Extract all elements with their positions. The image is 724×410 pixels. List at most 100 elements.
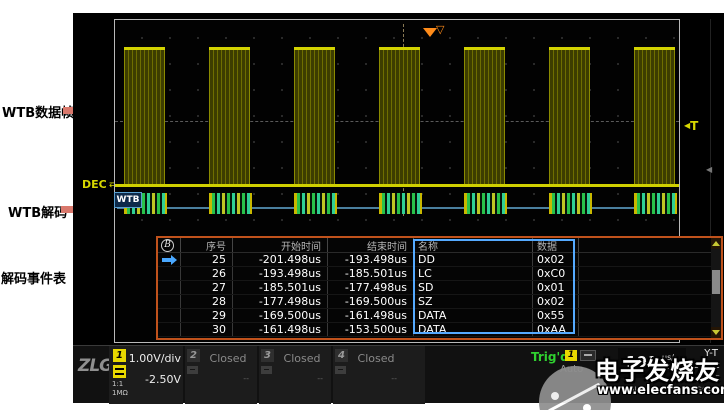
table-scrollbar[interactable] (711, 238, 721, 338)
table-row[interactable]: 27-185.501us-177.498usSD0x01 (158, 281, 721, 295)
cell-data: 0x02 (533, 253, 579, 266)
channel4-coupling-icon (335, 366, 346, 374)
scroll-down-button[interactable] (711, 327, 721, 338)
cell-start-time: -177.498us (233, 295, 328, 308)
cell-name: SD (414, 281, 533, 294)
annotation-decode-table: 解码事件表 (1, 268, 66, 287)
trigger-delay-marker-icon[interactable] (423, 28, 437, 37)
waveform-burst (209, 47, 250, 187)
triangle-up-icon (712, 241, 720, 246)
cell-index: 26 (181, 267, 233, 280)
cell-data: 0x01 (533, 281, 579, 294)
trigger-source-badge[interactable]: 1 (565, 350, 577, 361)
header-data: 数据 (533, 238, 579, 252)
cell-name: DATA (414, 309, 533, 322)
cell-name: DATA (414, 323, 533, 336)
table-row[interactable]: 25-201.498us-193.498usDD0x02 (158, 253, 721, 267)
cell-end-time: -193.498us (328, 253, 414, 266)
trigger-level-marker[interactable]: ◀T (684, 119, 698, 133)
waveform-burst (549, 47, 590, 187)
cell-fill (579, 253, 721, 266)
annotation-wtb-decode: WTB解码 (8, 202, 67, 221)
cell-name: DD (414, 253, 533, 266)
cell-icon (158, 323, 181, 336)
channel2-coupling-icon (187, 366, 198, 374)
cell-icon (158, 295, 181, 308)
cell-fill (579, 281, 721, 294)
channel2-coupling: -- (243, 374, 249, 383)
decode-event-table: B 序号 开始时间 结束时间 名称 数据 25-201.498us-193.49… (156, 236, 723, 340)
event-table-body: 25-201.498us-193.498usDD0x0226-193.498us… (158, 253, 721, 337)
cell-icon (158, 267, 181, 280)
waveform-burst (379, 47, 420, 187)
table-row[interactable]: 28-177.498us-169.500usSZ0x02 (158, 295, 721, 309)
cell-end-time: -169.500us (328, 295, 414, 308)
cell-icon (158, 309, 181, 322)
cell-start-time: -201.498us (233, 253, 328, 266)
scrollbar-thumb[interactable] (712, 270, 720, 294)
cell-end-time: -153.500us (328, 323, 414, 336)
channel2-block[interactable]: 2 Closed -- (185, 346, 257, 404)
table-row[interactable]: 30-161.498us-153.500usDATA0xAA (158, 323, 721, 337)
cell-data: 0xC0 (533, 267, 579, 280)
cell-start-time: -193.498us (233, 267, 328, 280)
cell-data: 0x55 (533, 309, 579, 322)
table-row[interactable]: 29-169.500us-161.498usDATA0x55 (158, 309, 721, 323)
selected-row-arrow-icon (162, 258, 171, 262)
channel3-block[interactable]: 3 Closed -- (259, 346, 331, 404)
decode-packet (209, 193, 252, 214)
cell-icon (158, 253, 181, 266)
event-table-header: B 序号 开始时间 结束时间 名称 数据 (158, 238, 721, 253)
cell-start-time: -185.501us (233, 281, 328, 294)
watermark-url: www.elecfans.com (597, 383, 724, 398)
dec-channel-label: DEC (82, 178, 107, 191)
trigger-level-label: T (690, 119, 698, 133)
decode-packet (294, 193, 337, 214)
header-start-time: 开始时间 (233, 238, 328, 252)
cell-start-time: -161.498us (233, 323, 328, 336)
decode-bus-badge[interactable]: WTB (114, 192, 142, 208)
cell-index: 30 (181, 323, 233, 336)
watermark-title: 电子发烧友 (595, 351, 724, 386)
channel3-coupling: -- (317, 374, 323, 383)
trigger-position-marker-icon[interactable]: ▽ (436, 23, 444, 36)
cell-index: 27 (181, 281, 233, 294)
oscilloscope-screen: DEC ⇄ ◀T ◀ (73, 13, 724, 403)
channel1-block[interactable]: 1 1:1 1MΩ 1.00V/div -2.50V (109, 346, 183, 404)
cell-name: SZ (414, 295, 533, 308)
channel2-status: Closed (199, 352, 257, 365)
channel1-baseline-trace (115, 184, 679, 187)
header-index: 序号 (181, 238, 233, 252)
header-name: 名称 (414, 238, 533, 252)
cell-start-time: -169.500us (233, 309, 328, 322)
bus-b-icon: B (161, 239, 174, 252)
decode-packet (464, 193, 507, 214)
cell-index: 29 (181, 309, 233, 322)
channel1-probe: 1:1 (112, 380, 123, 388)
cell-name: LC (414, 267, 533, 280)
triangle-down-icon (712, 330, 720, 335)
waveform-burst (124, 47, 165, 187)
channel1-offset: -2.50V (125, 373, 181, 386)
table-row[interactable]: 26-193.498us-185.501usLC0xC0 (158, 267, 721, 281)
header-fill (579, 238, 721, 252)
cell-fill (579, 267, 721, 280)
cell-end-time: -177.498us (328, 281, 414, 294)
cell-end-time: -161.498us (328, 309, 414, 322)
channel3-status: Closed (273, 352, 331, 365)
waveform-burst (294, 47, 335, 187)
channel3-coupling-icon (261, 366, 272, 374)
trigger-status: Trig'd (531, 350, 569, 364)
cell-index: 25 (181, 253, 233, 266)
channel4-block[interactable]: 4 Closed -- (333, 346, 425, 404)
channel4-coupling: -- (391, 374, 397, 383)
cell-index: 28 (181, 295, 233, 308)
menu-collapse-icon[interactable]: ◀ (706, 165, 712, 174)
scroll-up-button[interactable] (711, 238, 721, 249)
scope-display: WTB ▽ B 序号 开始时间 结束时间 名称 数据 25-201.498us-… (114, 19, 680, 343)
cell-data: 0x02 (533, 295, 579, 308)
cell-data: 0xAA (533, 323, 579, 336)
channel4-status: Closed (347, 352, 405, 365)
trigger-type-icon[interactable] (580, 350, 596, 361)
cell-end-time: -185.501us (328, 267, 414, 280)
